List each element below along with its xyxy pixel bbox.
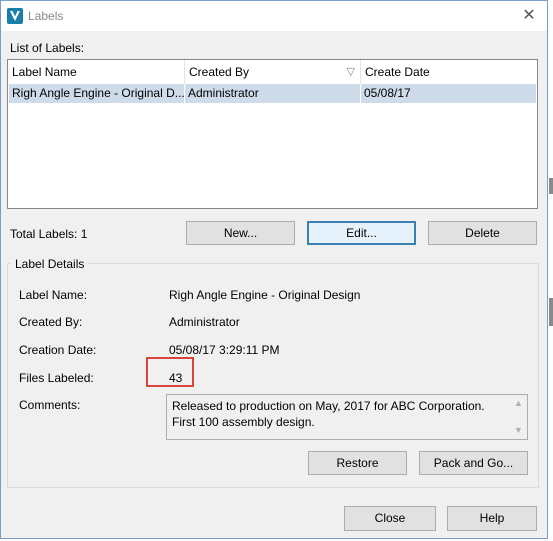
labels-dialog: Labels ✕ List of Labels: Label Name Crea… bbox=[0, 0, 548, 539]
column-header-created-by[interactable]: Created By ▽ bbox=[185, 60, 361, 84]
label-name-caption: Label Name: bbox=[19, 288, 88, 302]
window-title: Labels bbox=[28, 9, 64, 23]
column-header-label: Label Name bbox=[12, 65, 77, 79]
column-header-create-date[interactable]: Create Date bbox=[361, 60, 537, 84]
scroll-up-icon[interactable]: ▲ bbox=[512, 397, 525, 410]
labels-list[interactable]: Label Name Created By ▽ Create Date Righ… bbox=[7, 59, 538, 209]
list-header: Label Name Created By ▽ Create Date bbox=[8, 60, 537, 85]
delete-button[interactable]: Delete bbox=[428, 221, 537, 245]
comments-line: Released to production on May, 2017 for … bbox=[172, 399, 485, 413]
sort-icon: ▽ bbox=[346, 66, 355, 78]
comments-caption: Comments: bbox=[19, 398, 81, 412]
created-by-caption: Created By: bbox=[19, 315, 83, 329]
close-button[interactable]: Close bbox=[344, 506, 436, 531]
comments-line: First 100 assembly design. bbox=[172, 415, 315, 429]
files-labeled-caption: Files Labeled: bbox=[19, 371, 94, 385]
background-mark bbox=[549, 298, 553, 326]
column-header-label: Created By bbox=[189, 65, 250, 79]
highlight-annotation bbox=[146, 357, 194, 387]
pack-and-go-button[interactable]: Pack and Go... bbox=[419, 451, 528, 475]
label-name-value: Righ Angle Engine - Original Design bbox=[169, 288, 361, 302]
cell-create-date: 05/08/17 bbox=[364, 86, 411, 100]
close-icon[interactable]: ✕ bbox=[519, 6, 539, 26]
scroll-down-icon[interactable]: ▼ bbox=[512, 424, 525, 437]
total-labels: Total Labels: 1 bbox=[10, 227, 88, 241]
background-mark bbox=[549, 178, 553, 194]
background-edge bbox=[548, 0, 553, 541]
cell-created-by: Administrator bbox=[185, 84, 361, 103]
restore-button[interactable]: Restore bbox=[308, 451, 407, 475]
column-header-label: Create Date bbox=[365, 65, 430, 79]
created-by-value: Administrator bbox=[169, 315, 240, 329]
cell-label-name: Righ Angle Engine - Original D... bbox=[9, 84, 185, 103]
comments-text: Released to production on May, 2017 for … bbox=[172, 398, 502, 430]
column-header-label-name[interactable]: Label Name bbox=[8, 60, 185, 84]
list-heading: List of Labels: bbox=[10, 41, 85, 55]
title-bar: Labels ✕ bbox=[1, 1, 547, 31]
creation-date-value: 05/08/17 3:29:11 PM bbox=[169, 343, 280, 357]
comments-field[interactable]: Released to production on May, 2017 for … bbox=[166, 394, 528, 440]
new-button[interactable]: New... bbox=[186, 221, 295, 245]
edit-button[interactable]: Edit... bbox=[307, 221, 416, 245]
group-title: Label Details bbox=[11, 257, 89, 271]
vault-v-icon bbox=[7, 8, 23, 24]
creation-date-caption: Creation Date: bbox=[19, 343, 97, 357]
list-row[interactable]: Righ Angle Engine - Original D... Admini… bbox=[9, 84, 536, 103]
help-button[interactable]: Help bbox=[447, 506, 537, 531]
